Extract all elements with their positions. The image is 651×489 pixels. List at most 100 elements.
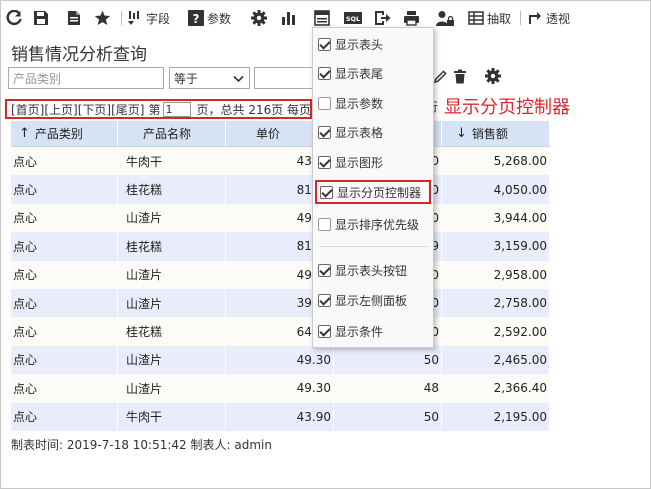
menu-item-label: 显示图形: [335, 155, 384, 170]
display-options-menu: 显示表头显示表尾显示参数显示表格显示图形显示分页控制器显示排序优先级显示表头按钮…: [312, 27, 434, 348]
table-row[interactable]: 点心桂花糕64.80402,592.00: [11, 317, 550, 346]
menu-item-option[interactable]: 显示表格: [315, 119, 431, 145]
field-icon: [128, 11, 139, 25]
condition-value-input[interactable]: [254, 67, 314, 89]
menu-item-label: 显示分页控制器: [337, 185, 422, 200]
checkbox-checked-icon[interactable]: [320, 185, 333, 199]
menu-item-option[interactable]: 显示条件: [315, 318, 431, 344]
field-button[interactable]: 字段: [127, 7, 170, 29]
cell-sales: 3,944.00: [442, 203, 550, 233]
cell-sales: 2,958.00: [442, 260, 550, 289]
cell-product: 山渣片: [118, 345, 226, 375]
column-header-sales[interactable]: ↓ 销售额: [442, 121, 550, 146]
column-header-label: 产品类别: [34, 127, 83, 141]
cell-category: 点心: [11, 232, 118, 261]
menu-item-option[interactable]: 显示图形: [315, 149, 431, 175]
cell-sales: 2,366.40: [442, 374, 550, 403]
menu-item-label: 显示参数: [335, 96, 384, 111]
favorite-button[interactable]: [94, 7, 111, 29]
menu-item-option[interactable]: 显示表头: [315, 31, 431, 57]
gear-icon[interactable]: [485, 68, 501, 84]
checkbox-checked-icon[interactable]: [318, 125, 331, 139]
cell-quantity: 50: [334, 402, 442, 431]
cell-sales: 2,465.00: [442, 345, 550, 375]
table-row[interactable]: 点心山渣片49.30602,958.00: [11, 260, 550, 289]
checkbox-unchecked-icon[interactable]: [318, 217, 331, 231]
param-button-label: 参数: [207, 11, 232, 26]
table-row[interactable]: 点心 山渣片 49.30 48 2,366.40: [11, 374, 550, 403]
pager-next-link[interactable]: [下页]: [78, 101, 111, 118]
table-body: 点心牛肉干43.901205,268.00点心桂花糕81.00504,050.0…: [11, 147, 550, 431]
menu-item-option[interactable]: 显示参数: [315, 90, 431, 116]
checkbox-checked-icon[interactable]: [318, 324, 331, 338]
chart-button[interactable]: [281, 7, 297, 29]
print-button[interactable]: [403, 7, 420, 29]
checkbox-unchecked-icon[interactable]: [318, 96, 331, 110]
svg-text:SQL: SQL: [346, 15, 360, 23]
extract-button[interactable]: 抽取: [468, 7, 511, 29]
menu-item-option[interactable]: 显示分页控制器: [315, 180, 431, 204]
table-row[interactable]: 点心山渣片39.40702,758.00: [11, 288, 550, 318]
menu-item-option[interactable]: 显示排序优先级: [315, 211, 431, 237]
table-row[interactable]: 点心桂花糕81.00504,050.00: [11, 175, 550, 204]
pager-prev-link[interactable]: [上页]: [44, 101, 77, 118]
table-row[interactable]: 点心山渣片49.30803,944.00: [11, 203, 550, 233]
sort-asc-icon: ↑: [19, 126, 30, 141]
cell-price: 49.30: [226, 374, 334, 403]
cell-product: 桂花糕: [118, 317, 226, 346]
cell-product: 山渣片: [118, 374, 226, 403]
condition-operator-select[interactable]: 等于: [169, 67, 250, 89]
table-row[interactable]: 点心牛肉干43.901205,268.00: [11, 147, 550, 176]
sql-button[interactable]: SQL: [344, 7, 362, 29]
pager-first-link[interactable]: [首页]: [11, 101, 44, 118]
refresh-button[interactable]: [6, 7, 22, 29]
table-row[interactable]: 点心 牛肉干 43.90 50 2,195.00: [11, 402, 550, 431]
cell-category: 点心: [11, 175, 118, 204]
column-header-product[interactable]: 产品名称: [118, 121, 226, 146]
cell-category: 点心: [11, 203, 118, 233]
column-header-category[interactable]: ↑ 产品类别: [11, 121, 118, 146]
checkbox-checked-icon[interactable]: [318, 293, 331, 307]
pager-last-link[interactable]: [尾页]: [111, 101, 144, 118]
cell-quantity: 48: [334, 374, 442, 403]
table-row[interactable]: 点心桂花糕81.00393,159.00: [11, 232, 550, 261]
menu-item-label: 显示左侧面板: [335, 293, 408, 308]
pager: [首页] [上页] [下页] [尾页] 第 1 页，总共 216页 每页: [11, 101, 311, 118]
table-row[interactable]: 点心 山渣片 49.30 50 2,465.00: [11, 345, 550, 375]
cell-sales: 5,268.00: [442, 147, 550, 176]
pager-page-input[interactable]: 1: [162, 101, 191, 117]
help-icon: ?: [188, 10, 204, 26]
trash-icon[interactable]: [453, 69, 467, 84]
pivot-button[interactable]: 透视: [527, 7, 570, 29]
gear-icon: [251, 10, 267, 26]
chevron-down-icon: [233, 75, 244, 83]
menu-item-option[interactable]: 显示左侧面板: [315, 287, 431, 313]
checkbox-checked-icon[interactable]: [318, 155, 331, 169]
toolbar-separator: [520, 11, 521, 25]
menu-separator: [319, 246, 429, 247]
save-as-button[interactable]: [66, 7, 82, 29]
checkbox-checked-icon[interactable]: [318, 37, 331, 51]
column-header-label: 产品名称: [143, 127, 192, 141]
save-button[interactable]: [33, 7, 49, 29]
field-button-label: 字段: [146, 11, 171, 26]
checkbox-checked-icon[interactable]: [318, 66, 331, 80]
checkbox-checked-icon[interactable]: [318, 263, 331, 277]
edit-icon[interactable]: [433, 69, 448, 84]
toolbar-separator: [121, 11, 122, 25]
cell-sales: 2,758.00: [442, 288, 550, 318]
condition-field-input[interactable]: 产品类别: [8, 67, 164, 89]
menu-item-option[interactable]: 显示表头按钮: [315, 257, 431, 283]
page-title: 销售情况分析查询: [11, 45, 147, 65]
menu-item-option[interactable]: 显示表尾: [315, 60, 431, 86]
user-lock-icon: [436, 10, 454, 26]
menu-item-label: 显示表头按钮: [335, 263, 408, 278]
export-button[interactable]: [374, 7, 391, 29]
cell-sales: 2,592.00: [442, 317, 550, 346]
user-permission-button[interactable]: [436, 7, 454, 29]
settings-button[interactable]: [251, 7, 267, 29]
param-button[interactable]: ? 参数: [188, 7, 231, 29]
toolbar: 字段 ? 参数 SQL 抽取 透视: [6, 7, 646, 29]
cell-category: 点心: [11, 374, 118, 403]
layout-button[interactable]: [314, 7, 330, 29]
